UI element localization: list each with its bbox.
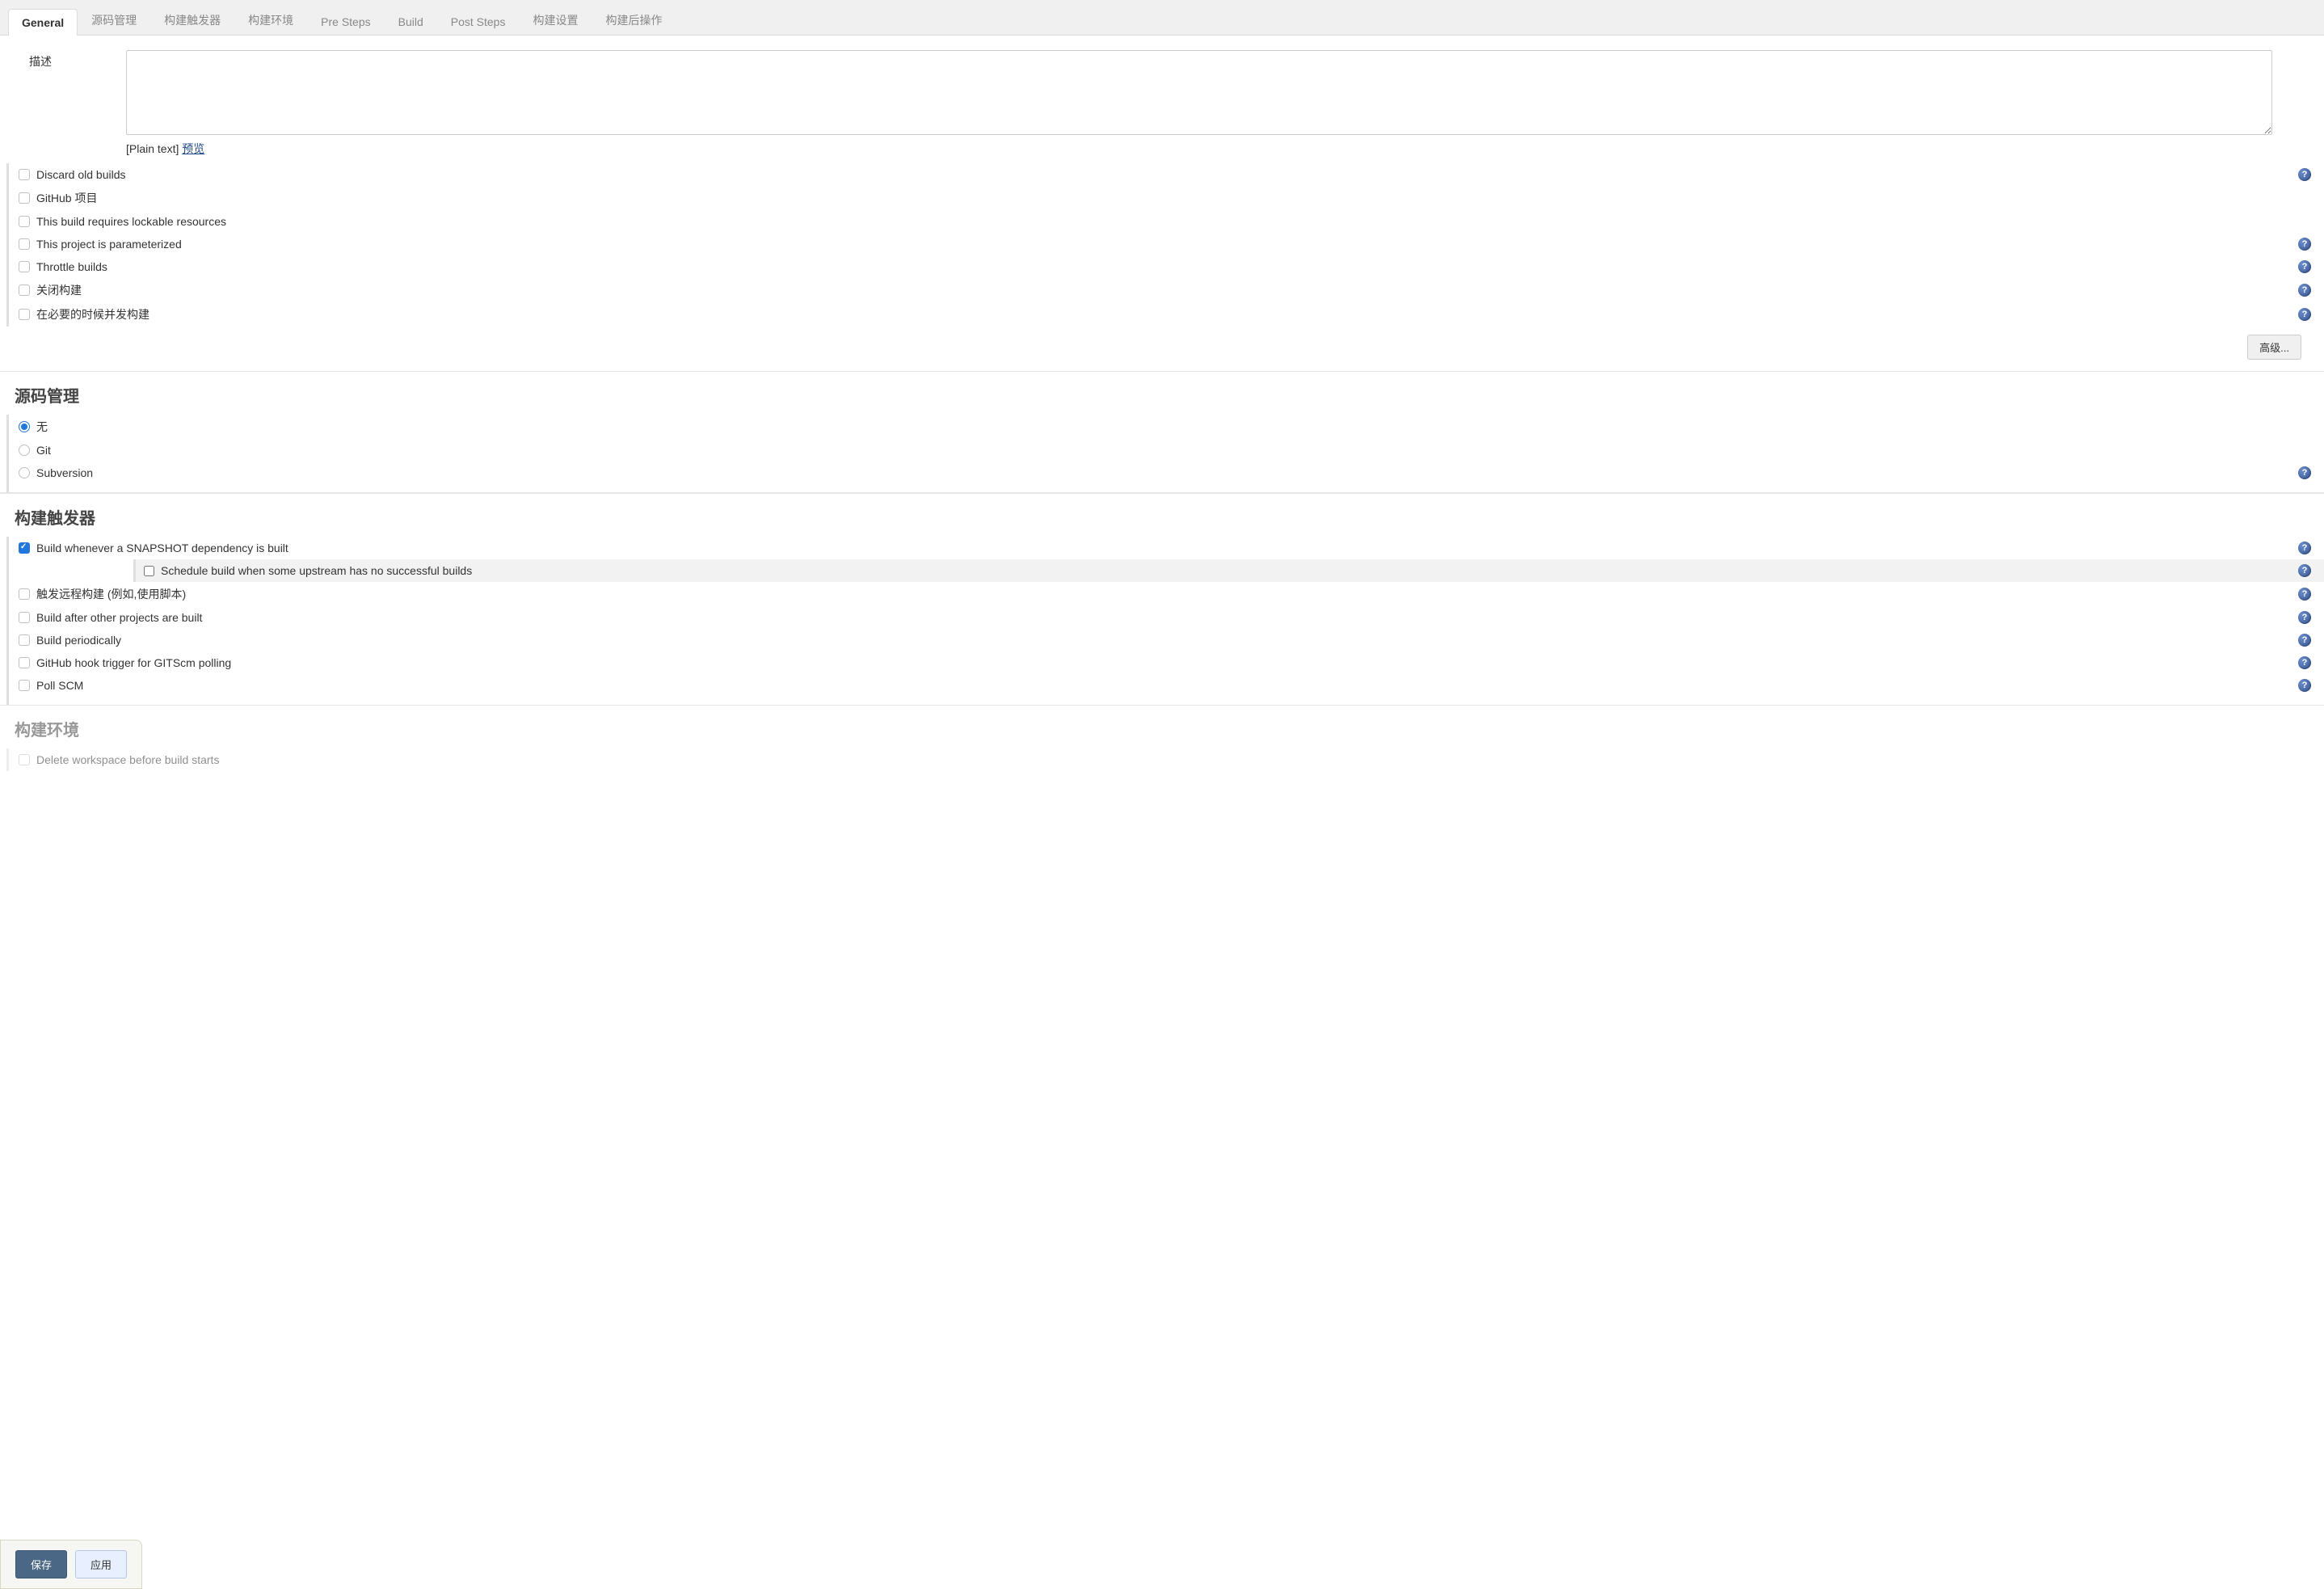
help-icon[interactable]: ? — [2298, 611, 2311, 624]
scm-option-label-2: Subversion — [36, 466, 93, 479]
trigger-option-label-3: Build periodically — [36, 634, 121, 647]
env-option-checkbox-0[interactable] — [19, 754, 30, 765]
trigger-option-checkbox-0[interactable] — [19, 542, 30, 554]
trigger-option-label-2: Build after other projects are built — [36, 611, 202, 624]
tab-6[interactable]: Post Steps — [437, 8, 520, 35]
env-option-label-0: Delete workspace before build starts — [36, 753, 219, 766]
general-option-label-4: Throttle builds — [36, 260, 107, 273]
general-option-checkbox-1[interactable] — [19, 192, 30, 204]
save-button[interactable]: 保存 — [15, 1550, 67, 1578]
tab-3[interactable]: 构建环境 — [234, 5, 307, 35]
description-label: 描述 — [29, 50, 126, 70]
general-option-label-6: 在必要的时候并发构建 — [36, 306, 149, 322]
help-icon[interactable]: ? — [2298, 308, 2311, 321]
trigger-nested-row-0: Schedule build when some upstream has no… — [133, 559, 2324, 582]
help-icon[interactable]: ? — [2298, 284, 2311, 297]
scm-option-row-1: Git — [15, 439, 2324, 462]
apply-button[interactable]: 应用 — [75, 1550, 127, 1578]
general-option-label-1: GitHub 项目 — [36, 190, 97, 206]
scm-option-label-0: 无 — [36, 419, 48, 435]
scm-options: 无 Git Subversion? — [6, 415, 2324, 492]
general-option-checkbox-3[interactable] — [19, 238, 30, 250]
tab-4[interactable]: Pre Steps — [307, 8, 384, 35]
trigger-option-checkbox-5[interactable] — [19, 680, 30, 691]
trigger-option-checkbox-3[interactable] — [19, 634, 30, 646]
tab-7[interactable]: 构建设置 — [519, 5, 592, 35]
triggers-heading: 构建触发器 — [0, 494, 2324, 537]
general-option-label-0: Discard old builds — [36, 168, 126, 181]
trigger-option-label-1: 触发远程构建 (例如,使用脚本) — [36, 586, 186, 602]
help-icon[interactable]: ? — [2298, 656, 2311, 669]
trigger-nested-checkbox-0[interactable] — [144, 566, 154, 576]
help-icon[interactable]: ? — [2298, 542, 2311, 554]
general-option-row-3: This project is parameterized? — [15, 233, 2324, 255]
build-env-heading: 构建环境 — [0, 706, 2324, 748]
tabs-bar: General源码管理构建触发器构建环境Pre StepsBuildPost S… — [0, 0, 2324, 36]
general-option-row-2: This build requires lockable resources — [15, 210, 2324, 233]
general-option-checkbox-0[interactable] — [19, 169, 30, 180]
footer-bar: 保存 应用 — [0, 1540, 142, 1589]
general-option-label-2: This build requires lockable resources — [36, 215, 226, 228]
tab-0[interactable]: General — [8, 9, 78, 36]
preview-link[interactable]: 预览 — [182, 142, 204, 155]
trigger-option-label-5: Poll SCM — [36, 679, 83, 692]
scm-option-radio-0[interactable] — [19, 421, 30, 432]
scm-heading: 源码管理 — [0, 372, 2324, 415]
trigger-option-row-2: Build after other projects are built? — [15, 606, 2324, 629]
trigger-options: Build whenever a SNAPSHOT dependency is … — [6, 537, 2324, 705]
general-option-checkbox-2[interactable] — [19, 216, 30, 227]
general-option-checkbox-6[interactable] — [19, 309, 30, 320]
general-options: Discard old builds? GitHub 项目 This build r… — [6, 163, 2324, 327]
help-icon[interactable]: ? — [2298, 260, 2311, 273]
build-env-options: Delete workspace before build starts — [6, 748, 2324, 771]
general-option-checkbox-5[interactable] — [19, 285, 30, 296]
scm-option-row-0: 无 — [15, 415, 2324, 439]
help-icon[interactable]: ? — [2298, 588, 2311, 601]
trigger-option-row-0: Build whenever a SNAPSHOT dependency is … — [15, 537, 2324, 559]
scm-option-radio-1[interactable] — [19, 445, 30, 456]
help-icon[interactable]: ? — [2298, 466, 2311, 479]
trigger-option-label-0: Build whenever a SNAPSHOT dependency is … — [36, 542, 288, 554]
tab-5[interactable]: Build — [385, 8, 437, 35]
general-option-row-4: Throttle builds? — [15, 255, 2324, 278]
scm-option-label-1: Git — [36, 444, 51, 457]
help-icon[interactable]: ? — [2298, 564, 2311, 577]
description-hint: [Plain text] 预览 — [126, 141, 2272, 157]
trigger-option-row-3: Build periodically? — [15, 629, 2324, 651]
general-option-row-1: GitHub 项目 — [15, 186, 2324, 210]
trigger-option-checkbox-2[interactable] — [19, 612, 30, 623]
trigger-option-label-4: GitHub hook trigger for GITScm polling — [36, 656, 231, 669]
general-option-checkbox-4[interactable] — [19, 261, 30, 272]
help-icon[interactable]: ? — [2298, 238, 2311, 251]
help-icon[interactable]: ? — [2298, 634, 2311, 647]
scm-option-row-2: Subversion? — [15, 462, 2324, 484]
general-option-row-6: 在必要的时候并发构建? — [15, 302, 2324, 327]
help-icon[interactable]: ? — [2298, 679, 2311, 692]
trigger-option-checkbox-1[interactable] — [19, 588, 30, 600]
trigger-nested-label-0: Schedule build when some upstream has no… — [161, 564, 472, 577]
tab-1[interactable]: 源码管理 — [78, 5, 150, 35]
general-option-label-3: This project is parameterized — [36, 238, 182, 251]
trigger-option-row-1: 触发远程构建 (例如,使用脚本)? — [15, 582, 2324, 606]
env-option-row-0: Delete workspace before build starts — [15, 748, 2324, 771]
scm-option-radio-2[interactable] — [19, 467, 30, 478]
trigger-option-checkbox-4[interactable] — [19, 657, 30, 668]
help-icon[interactable]: ? — [2298, 168, 2311, 181]
plain-text-prefix: [Plain text] — [126, 142, 182, 155]
description-textarea[interactable] — [126, 50, 2272, 135]
content: 描述 [Plain text] 预览 Discard old builds?Gi… — [0, 36, 2324, 820]
general-option-label-5: 关闭构建 — [36, 282, 82, 298]
general-option-row-5: 关闭构建? — [15, 278, 2324, 302]
trigger-option-row-5: Poll SCM? — [15, 674, 2324, 697]
tab-8[interactable]: 构建后操作 — [592, 5, 676, 35]
tab-2[interactable]: 构建触发器 — [150, 5, 234, 35]
general-option-row-0: Discard old builds? — [15, 163, 2324, 186]
advanced-button[interactable]: 高级... — [2247, 335, 2301, 360]
trigger-option-row-4: GitHub hook trigger for GITScm polling? — [15, 651, 2324, 674]
